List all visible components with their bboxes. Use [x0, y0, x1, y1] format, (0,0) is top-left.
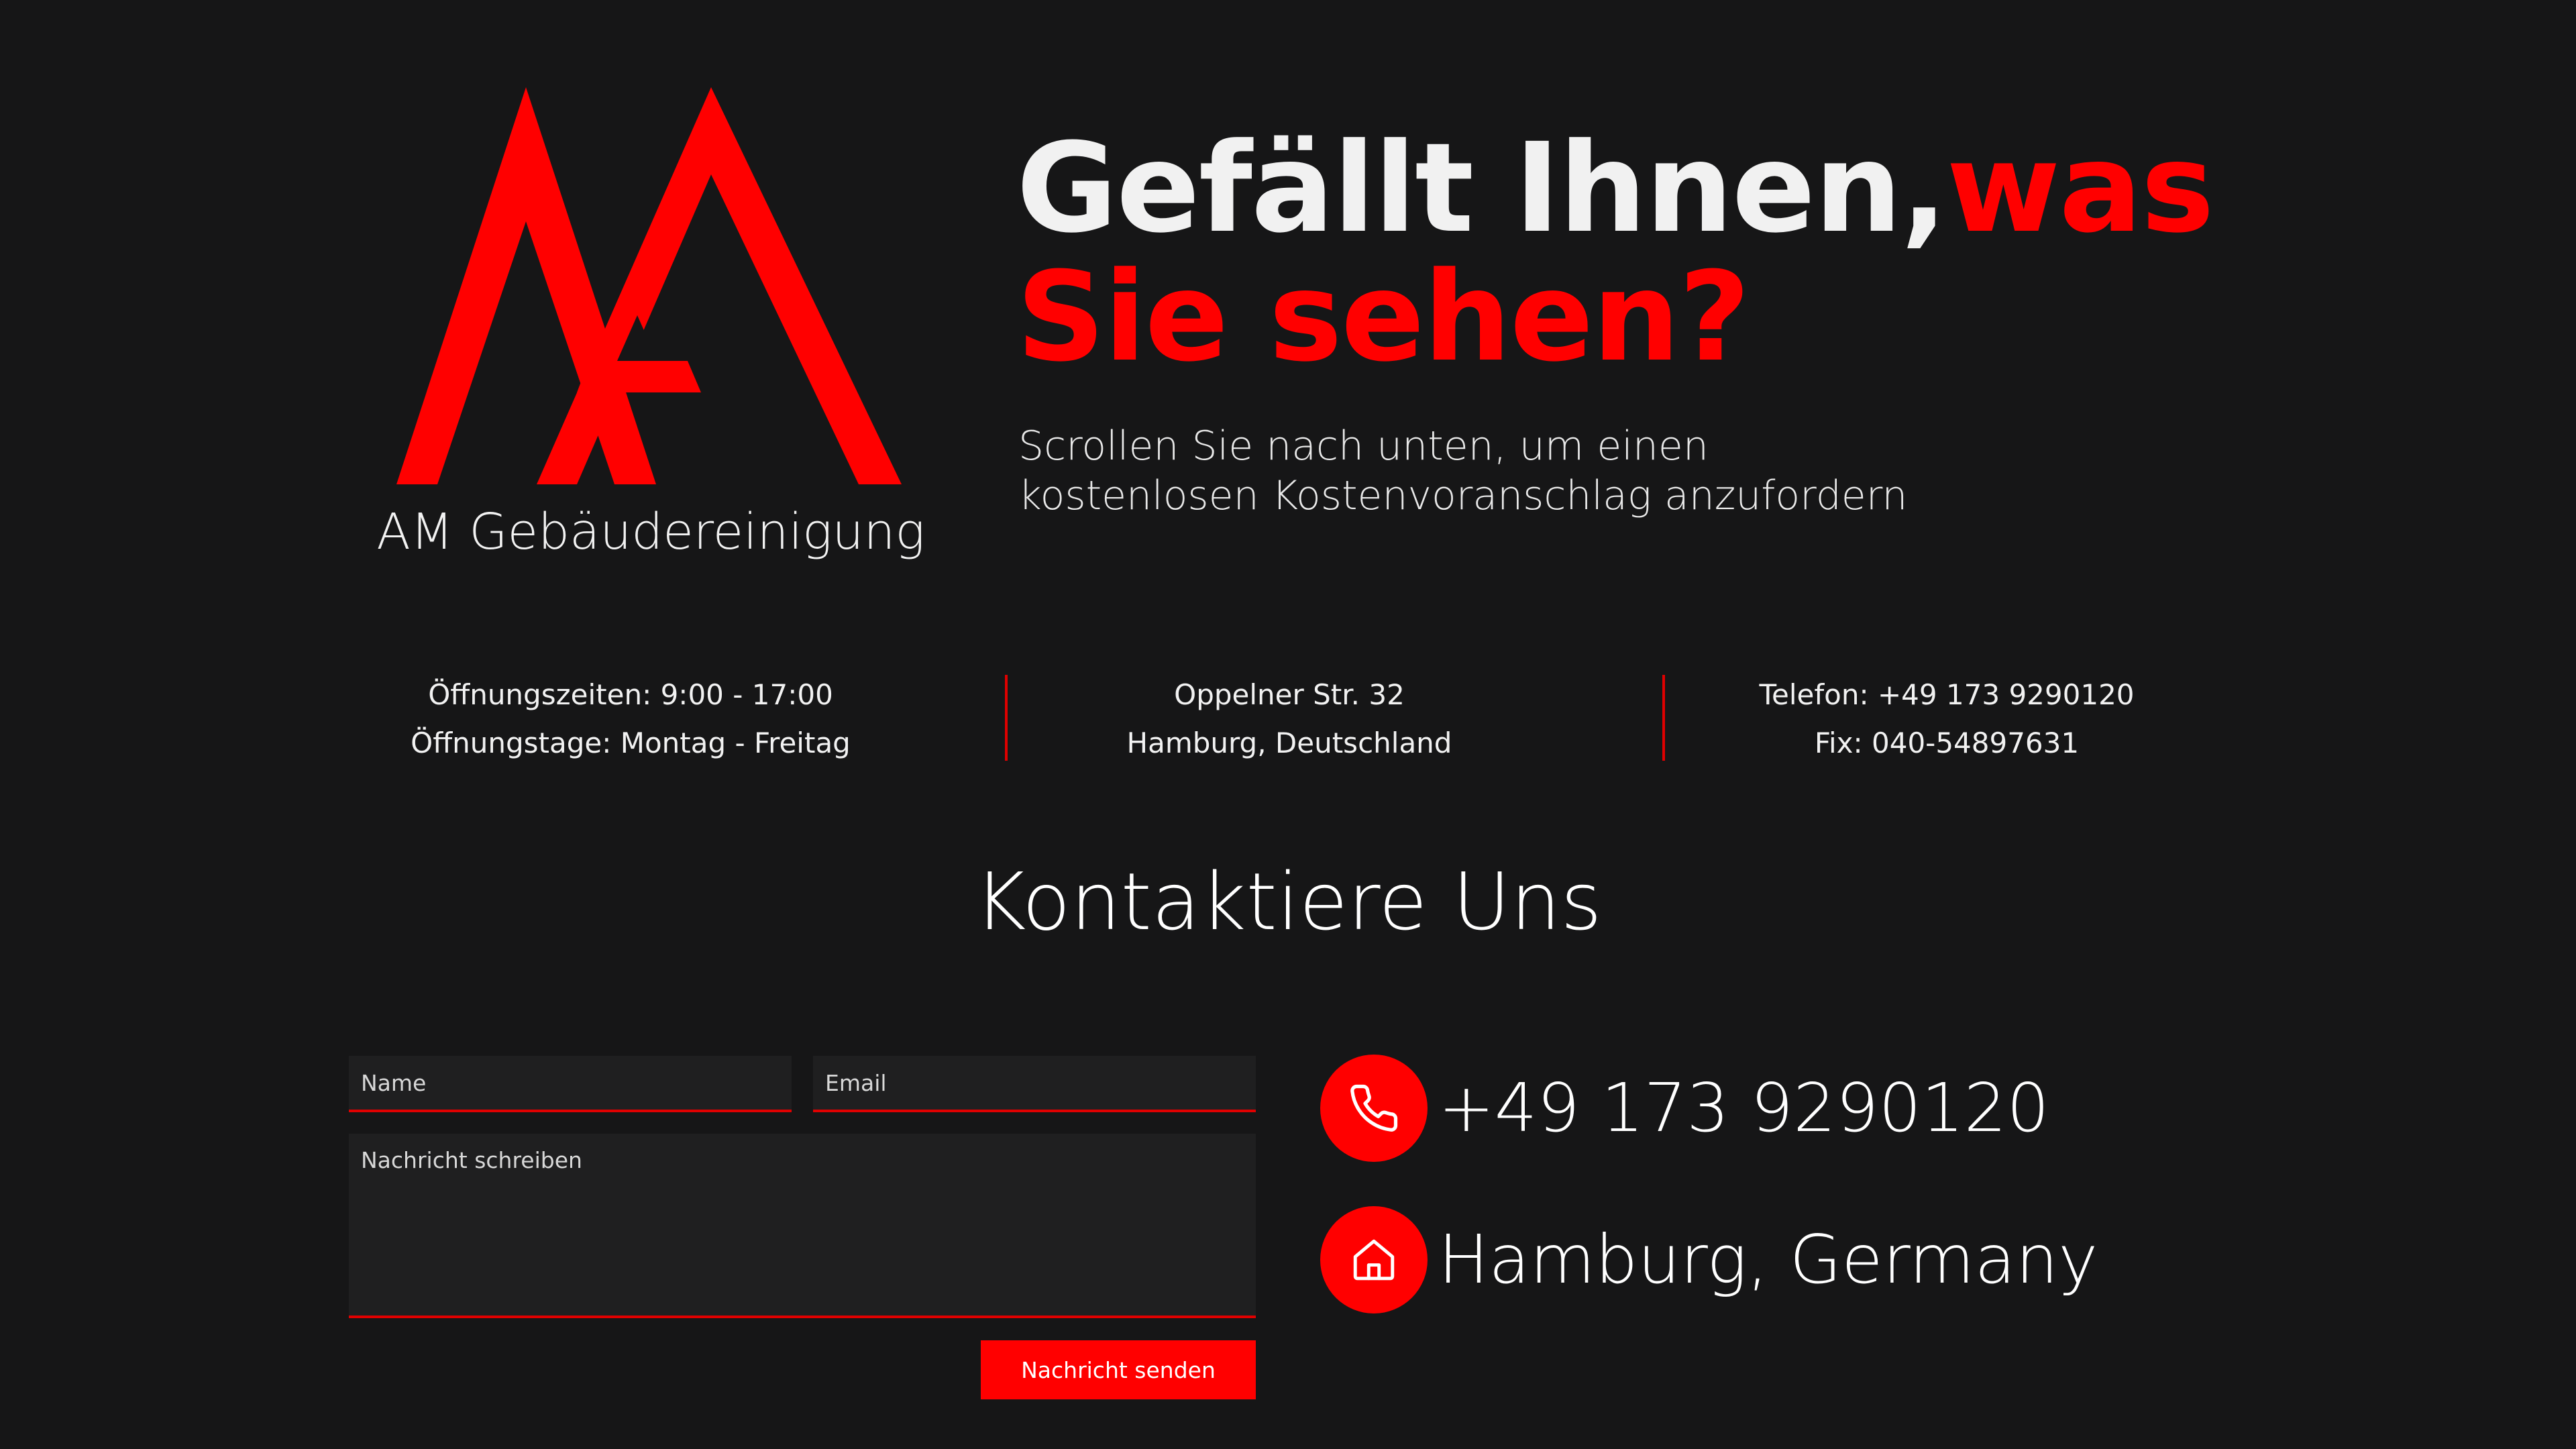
- divider: [1005, 675, 1008, 761]
- contact-phone[interactable]: +49 173 9290120: [1320, 1055, 2259, 1162]
- contact-location[interactable]: Hamburg, Germany: [1320, 1206, 2259, 1313]
- hero-subtitle-line1: Scrollen Sie nach unten, um einen: [1018, 423, 1709, 470]
- hero-title: Gefällt Ihnen,was Sie sehen?: [1016, 124, 2291, 382]
- hero-title-part2: was: [1946, 117, 2214, 260]
- phone-info: Telefon: +49 173 9290120 Fix: 040-548976…: [1678, 671, 2215, 767]
- send-message-button[interactable]: Nachricht senden: [981, 1340, 1256, 1399]
- info-row: Öffnungszeiten: 9:00 - 17:00 Öffnungstag…: [0, 671, 2576, 765]
- home-icon: [1320, 1206, 1428, 1313]
- hero-title-line2: Sie sehen?: [1016, 246, 1750, 389]
- brand-name: AM Gebäudereinigung: [376, 503, 925, 561]
- phone-number: Telefon: +49 173 9290120: [1759, 678, 2135, 711]
- fix-number: Fix: 040-54897631: [1814, 727, 2080, 759]
- message-textarea[interactable]: [349, 1134, 1256, 1318]
- hero-title-part1: Gefällt Ihnen,: [1016, 117, 1947, 260]
- am-mountain-logo-icon: [396, 87, 902, 484]
- address-city: Hamburg, Deutschland: [1126, 727, 1452, 759]
- address-street: Oppelner Str. 32: [1174, 678, 1405, 711]
- name-input[interactable]: [349, 1056, 792, 1112]
- contact-phone-text: +49 173 9290120: [1438, 1069, 2049, 1147]
- divider: [1662, 675, 1665, 761]
- address: Oppelner Str. 32 Hamburg, Deutschland: [1021, 671, 1558, 767]
- hero-subtitle: Scrollen Sie nach unten, um einen kosten…: [1018, 421, 2025, 521]
- contact-title: Kontaktiere Uns: [974, 855, 1602, 948]
- brand-logo[interactable]: AM Gebäudereinigung: [376, 80, 925, 561]
- contact-location-text: Hamburg, Germany: [1438, 1220, 2098, 1299]
- opening-hours: Öffnungszeiten: 9:00 - 17:00 Öffnungstag…: [362, 671, 899, 767]
- hero-subtitle-line2: kostenlosen Kostenvoranschlag anzuforder…: [1018, 472, 1908, 519]
- opening-days: Öffnungstage: Montag - Freitag: [411, 727, 851, 759]
- email-input[interactable]: [813, 1056, 1256, 1112]
- opening-hours-time: Öffnungszeiten: 9:00 - 17:00: [428, 678, 833, 711]
- phone-icon: [1320, 1055, 1428, 1162]
